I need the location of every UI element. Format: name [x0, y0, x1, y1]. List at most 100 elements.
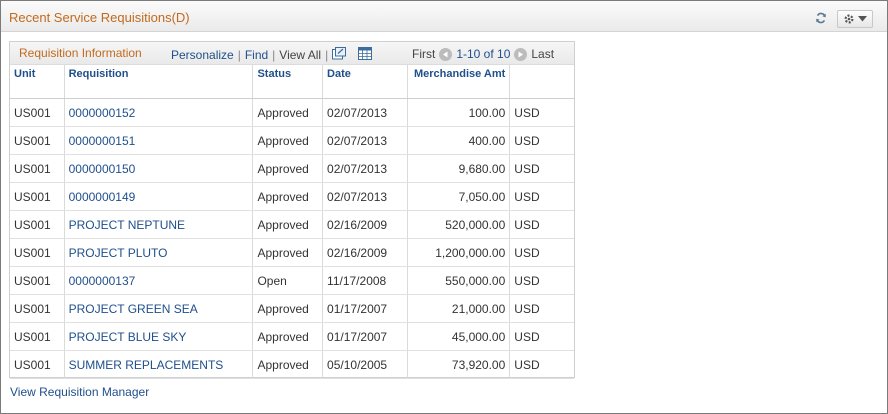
cell-date: 01/17/2007 — [322, 294, 409, 323]
cell-unit: US001 — [10, 210, 65, 239]
cell-currency: USD — [509, 98, 574, 127]
cell-currency: USD — [509, 294, 574, 323]
table-row: US001 0000000150 Approved 02/07/2013 9,6… — [10, 154, 574, 183]
cell-unit: US001 — [10, 322, 65, 351]
refresh-icon — [816, 12, 826, 24]
grid-pager: First 1-10 of 10 Last — [412, 47, 554, 61]
toolbar-separator: | — [325, 48, 329, 62]
grid-toolbar: Requisition Information Personalize | Fi… — [10, 42, 574, 65]
pagelet-title: Recent Service Requisitions(D) — [9, 10, 190, 25]
table-row: US001 SUMMER REPLACEMENTS Approved 05/10… — [10, 350, 574, 379]
cell-unit: US001 — [10, 126, 65, 155]
requisition-link[interactable]: PROJECT PLUTO — [64, 238, 254, 267]
refresh-button[interactable] — [813, 10, 829, 26]
pager-first[interactable]: First — [412, 47, 435, 61]
pagelet: Recent Service Requisitions(D) Requisiti… — [0, 0, 888, 414]
cell-unit: US001 — [10, 294, 65, 323]
table-row: US001 PROJECT GREEN SEA Approved 01/17/2… — [10, 294, 574, 323]
cell-date: 01/17/2007 — [322, 322, 409, 351]
toolbar-separator: | — [272, 48, 276, 62]
cell-amount: 400.00 — [407, 126, 511, 155]
cell-status: Approved — [252, 322, 324, 351]
view-requisition-manager-link[interactable]: View Requisition Manager — [10, 385, 149, 399]
requisition-link[interactable]: SUMMER REPLACEMENTS — [64, 350, 254, 379]
cell-status: Approved — [252, 210, 324, 239]
chevron-down-icon — [858, 16, 867, 22]
column-header-unit[interactable]: Unit — [10, 65, 65, 99]
column-header-date[interactable]: Date — [322, 65, 409, 99]
requisition-link[interactable]: 0000000151 — [64, 126, 254, 155]
cell-amount: 45,000.00 — [407, 322, 511, 351]
cell-currency: USD — [509, 182, 574, 211]
requisition-link[interactable]: 0000000152 — [64, 98, 254, 127]
column-header-requisition[interactable]: Requisition — [64, 65, 254, 99]
pagelet-actions-button[interactable] — [837, 10, 873, 28]
table-row: US001 PROJECT BLUE SKY Approved 01/17/20… — [10, 322, 574, 351]
table-row: US001 0000000151 Approved 02/07/2013 400… — [10, 126, 574, 155]
cell-status: Open — [252, 266, 324, 295]
table-row: US001 0000000149 Approved 02/07/2013 7,0… — [10, 182, 574, 211]
spreadsheet-icon[interactable] — [358, 47, 373, 63]
cell-currency: USD — [509, 350, 574, 379]
new-window-icon[interactable] — [332, 47, 347, 63]
cell-unit: US001 — [10, 238, 65, 267]
cell-currency: USD — [509, 210, 574, 239]
cell-date: 02/07/2013 — [322, 182, 409, 211]
cell-amount: 520,000.00 — [407, 210, 511, 239]
cell-date: 11/17/2008 — [322, 266, 409, 295]
cell-unit: US001 — [10, 182, 65, 211]
personalize-link[interactable]: Personalize — [171, 48, 234, 62]
cell-status: Approved — [252, 182, 324, 211]
cell-amount: 21,000.00 — [407, 294, 511, 323]
requisition-link[interactable]: 0000000137 — [64, 266, 254, 295]
pager-range: 1-10 of 10 — [456, 47, 511, 61]
cell-date: 02/16/2009 — [322, 210, 409, 239]
chevron-right-icon — [518, 51, 524, 57]
grid-toolbar-links: Personalize | Find | View All | — [171, 47, 373, 63]
cell-unit: US001 — [10, 98, 65, 127]
cell-unit: US001 — [10, 266, 65, 295]
cell-date: 02/16/2009 — [322, 238, 409, 267]
cell-amount: 7,050.00 — [407, 182, 511, 211]
cell-unit: US001 — [10, 154, 65, 183]
toolbar-separator: | — [237, 48, 241, 62]
table-row: US001 0000000137 Open 11/17/2008 550,000… — [10, 266, 574, 295]
table-row: US001 PROJECT NEPTUNE Approved 02/16/200… — [10, 210, 574, 239]
table-row: US001 0000000152 Approved 02/07/2013 100… — [10, 98, 574, 127]
gear-icon — [844, 14, 854, 24]
cell-status: Approved — [252, 350, 324, 379]
find-link[interactable]: Find — [245, 48, 268, 62]
cell-status: Approved — [252, 238, 324, 267]
previous-page-button[interactable] — [439, 47, 453, 61]
cell-currency: USD — [509, 238, 574, 267]
table-row: US001 PROJECT PLUTO Approved 02/16/2009 … — [10, 238, 574, 267]
column-header-status[interactable]: Status — [252, 65, 324, 99]
cell-amount: 1,200,000.00 — [407, 238, 511, 267]
requisition-link[interactable]: PROJECT BLUE SKY — [64, 322, 254, 351]
column-header-merchandise-amt[interactable]: Merchandise Amt — [407, 65, 511, 99]
cell-amount: 550,000.00 — [407, 266, 511, 295]
requisition-link[interactable]: 0000000149 — [64, 182, 254, 211]
requisition-link[interactable]: PROJECT NEPTUNE — [64, 210, 254, 239]
requisition-link[interactable]: 0000000150 — [64, 154, 254, 183]
cell-amount: 73,920.00 — [407, 350, 511, 379]
pager-last[interactable]: Last — [531, 47, 554, 61]
column-header-currency — [509, 65, 574, 99]
next-page-button[interactable] — [514, 47, 528, 61]
cell-status: Approved — [252, 154, 324, 183]
cell-currency: USD — [509, 322, 574, 351]
cell-date: 02/07/2013 — [322, 98, 409, 127]
cell-currency: USD — [509, 154, 574, 183]
view-all-link[interactable]: View All — [279, 48, 321, 62]
cell-unit: US001 — [10, 350, 65, 379]
cell-date: 02/07/2013 — [322, 154, 409, 183]
cell-amount: 100.00 — [407, 98, 511, 127]
cell-amount: 9,680.00 — [407, 154, 511, 183]
cell-currency: USD — [509, 126, 574, 155]
cell-date: 05/10/2005 — [322, 350, 409, 379]
chevron-left-icon — [443, 51, 448, 57]
requisition-table: Unit Requisition Status Date Merchandise… — [10, 65, 574, 379]
cell-status: Approved — [252, 294, 324, 323]
pagelet-header: Recent Service Requisitions(D) — [1, 1, 887, 32]
requisition-link[interactable]: PROJECT GREEN SEA — [64, 294, 254, 323]
